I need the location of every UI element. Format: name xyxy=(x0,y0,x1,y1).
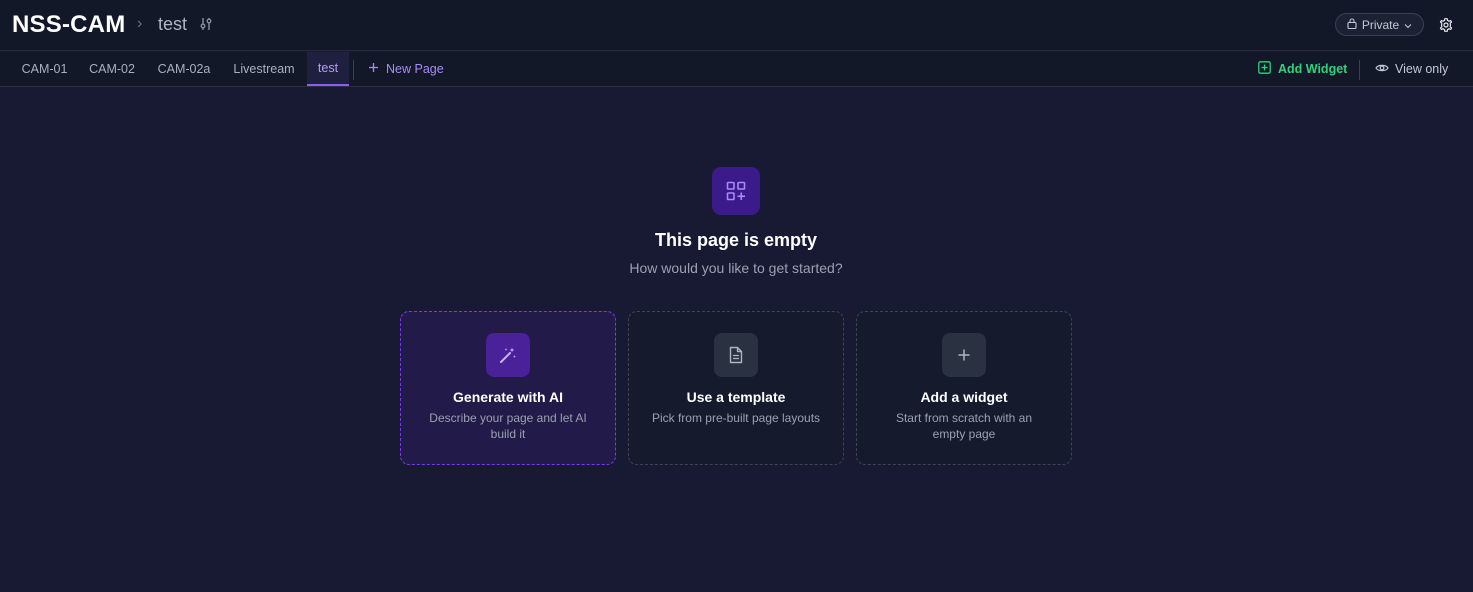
toolbar-divider xyxy=(1359,60,1360,80)
square-plus-icon xyxy=(1258,60,1271,77)
file-text-icon xyxy=(714,333,758,377)
card-description: Start from scratch with an empty page xyxy=(895,411,1033,441)
plus-icon xyxy=(368,62,379,76)
add-widget-button[interactable]: Add Widget xyxy=(1258,52,1347,85)
sliders-icon[interactable] xyxy=(199,16,213,32)
top-bar: NSS-CAM › test Private xyxy=(0,0,1473,51)
chevron-down-icon xyxy=(1404,18,1412,32)
magic-wand-icon xyxy=(486,333,530,377)
tab-cam-01[interactable]: CAM-01 xyxy=(12,52,77,86)
view-only-toggle[interactable]: View only xyxy=(1375,52,1448,85)
breadcrumb-separator: › xyxy=(137,15,143,32)
lock-icon xyxy=(1347,17,1357,32)
use-template-card[interactable]: Use a template Pick from pre-built page … xyxy=(628,311,844,465)
privacy-dropdown[interactable]: Private xyxy=(1335,13,1424,36)
new-page-label: New Page xyxy=(386,61,444,76)
empty-state-subtitle: How would you like to get started? xyxy=(629,260,843,276)
tab-cam-02a[interactable]: CAM-02a xyxy=(147,52,221,86)
card-title: Add a widget xyxy=(920,389,1008,405)
card-description: Describe your page and let AI build it xyxy=(429,411,587,441)
breadcrumb-current-page[interactable]: test xyxy=(158,14,187,35)
grid-plus-icon xyxy=(712,167,760,215)
plus-icon xyxy=(942,333,986,377)
new-page-button[interactable]: New Page xyxy=(368,52,444,85)
tab-divider xyxy=(353,60,354,80)
privacy-label: Private xyxy=(1361,17,1400,32)
generate-with-ai-card[interactable]: Generate with AI Describe your page and … xyxy=(400,311,616,465)
view-only-label: View only xyxy=(1395,61,1449,76)
add-widget-card[interactable]: Add a widget Start from scratch with an … xyxy=(856,311,1072,465)
card-description: Pick from pre-built page layouts xyxy=(651,411,821,425)
card-title: Use a template xyxy=(686,389,786,405)
page-tab-bar: CAM-01 CAM-02 CAM-02a Livestream test Ne… xyxy=(0,52,1473,87)
tab-livestream[interactable]: Livestream xyxy=(223,52,305,86)
eye-icon xyxy=(1375,62,1389,76)
tab-cam-02[interactable]: CAM-02 xyxy=(79,52,145,86)
app-title: NSS-CAM xyxy=(12,11,126,38)
empty-state-title: This page is empty xyxy=(654,230,818,250)
tab-test[interactable]: test xyxy=(307,52,349,86)
gear-icon[interactable] xyxy=(1436,15,1455,34)
add-widget-label: Add Widget xyxy=(1278,61,1348,76)
card-title: Generate with AI xyxy=(453,389,563,405)
